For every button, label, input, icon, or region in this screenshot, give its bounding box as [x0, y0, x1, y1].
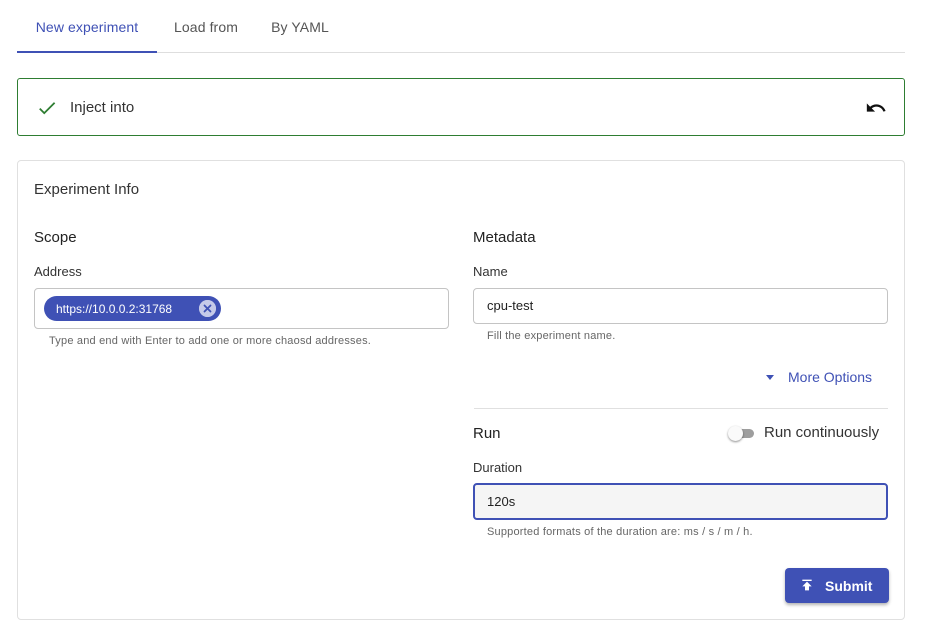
duration-helper: Supported formats of the duration are: m… [487, 526, 753, 538]
run-title: Run [473, 425, 501, 442]
tab-by-yaml[interactable]: By YAML [255, 0, 345, 53]
address-label: Address [34, 264, 82, 279]
inject-into-step: Inject into [17, 78, 905, 136]
address-chip: https://10.0.0.2:31768 [44, 296, 221, 321]
more-options-button[interactable]: More Options [766, 368, 872, 386]
run-continuously-label: Run continuously [764, 424, 880, 441]
name-input[interactable]: cpu-test [473, 288, 888, 324]
chip-delete-icon[interactable] [199, 300, 216, 317]
experiment-info-card: Experiment Info Scope Address https://10… [17, 160, 905, 620]
duration-value: 120s [487, 494, 516, 509]
metadata-title: Metadata [473, 229, 536, 246]
arrow-drop-down-icon [766, 374, 774, 380]
active-tab-indicator [17, 51, 157, 53]
inject-into-label: Inject into [70, 99, 135, 116]
address-helper: Type and end with Enter to add one or mo… [49, 335, 372, 347]
tab-new-experiment[interactable]: New experiment [17, 0, 157, 53]
submit-button[interactable]: Submit [785, 568, 889, 603]
duration-input[interactable]: 120s [473, 483, 888, 520]
publish-icon [802, 579, 812, 591]
address-input[interactable]: https://10.0.0.2:31768 [34, 288, 449, 329]
submit-label: Submit [825, 578, 873, 594]
name-value: cpu-test [487, 298, 534, 313]
more-options-label: More Options [788, 369, 873, 385]
run-continuously-toggle[interactable] [728, 426, 756, 441]
toggle-thumb [728, 426, 743, 441]
card-title: Experiment Info [34, 181, 140, 198]
tab-bar: New experiment Load from By YAML [17, 0, 905, 53]
address-chip-label: https://10.0.0.2:31768 [56, 301, 173, 316]
undo-icon[interactable] [864, 97, 888, 119]
divider [474, 408, 888, 409]
scope-title: Scope [34, 229, 77, 246]
name-helper: Fill the experiment name. [487, 330, 616, 342]
tab-load-from[interactable]: Load from [157, 0, 255, 53]
check-icon [39, 102, 56, 115]
name-label: Name [473, 264, 508, 279]
duration-label: Duration [473, 460, 523, 475]
